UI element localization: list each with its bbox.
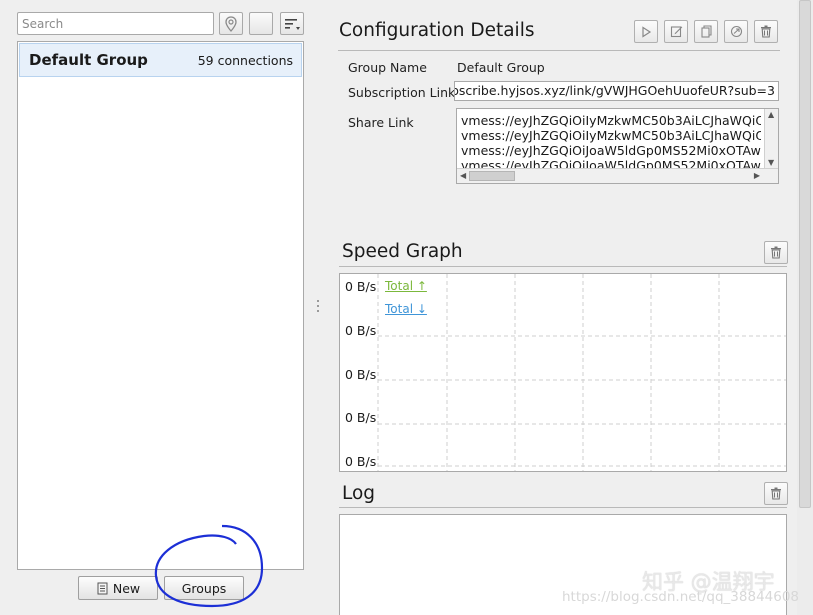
sort-icon [285,18,300,30]
watermark-csdn: https://blog.csdn.net/qq_38844608 [562,589,800,605]
annotation-circle [154,524,264,608]
trash-icon [761,25,771,38]
edit-button[interactable] [664,20,688,43]
y-axis-tick-label: 0 B/s [345,454,377,469]
horizontal-scroll-thumb[interactable] [469,171,515,181]
splitter-handle[interactable] [316,300,320,316]
new-button[interactable]: New [78,576,158,600]
sort-button[interactable] [280,12,304,35]
subscription-link-value: ıbscribe.hyjsos.xyz/link/gVWJHGOehUuofeU… [454,83,775,98]
share-link-textarea[interactable]: vmess://eyJhZGQiOiIyMzkwMC50b3AiLCJhaWQi… [456,108,779,184]
scroll-up-icon[interactable]: ▲ [768,111,774,119]
subscription-link-label: Subscription Link [348,85,456,100]
share-link-label: Share Link [348,115,414,130]
speed-graph: 0 B/s 0 B/s 0 B/s 0 B/s 0 B/s Total ↑ To… [339,273,787,472]
subscription-link-field[interactable]: ıbscribe.hyjsos.xyz/link/gVWJHGOehUuofeU… [454,81,779,101]
log-title: Log [342,483,376,504]
speed-graph-divider [339,266,787,267]
legend-total-upload: Total ↑ [385,279,427,293]
share-link-lines: vmess://eyJhZGQiOiIyMzkwMC50b3AiLCJhaWQi… [461,113,761,169]
scroll-left-icon[interactable]: ◀ [460,172,466,180]
list-item[interactable]: Default Group 59 connections [19,43,302,77]
right-panel-scrollbar[interactable] [797,0,813,615]
trash-icon [771,246,781,259]
right-panel-scroll-thumb[interactable] [799,0,811,508]
share-link-line: vmess://eyJhZGQiOiJoaW5ldGp0MS52Mi0xOTAw… [461,143,761,158]
scroll-right-icon[interactable]: ▶ [754,172,760,180]
edit-icon [670,26,682,38]
new-button-label: New [112,580,141,596]
scroll-down-icon[interactable]: ▼ [768,159,774,167]
search-input[interactable] [17,12,214,35]
clear-speed-button[interactable] [764,241,788,264]
group-name-value: Default Group [457,60,545,75]
group-list[interactable]: Default Group 59 connections [17,41,304,570]
share-icon [730,25,742,38]
play-icon [642,25,652,38]
share-link-horizontal-scrollbar[interactable]: ◀ ▶ [457,168,778,183]
share-link-line: vmess://eyJhZGQiOiIyMzkwMC50b3AiLCJhaWQi… [461,128,761,143]
log-divider [339,507,787,508]
speed-graph-title: Speed Graph [342,241,463,262]
location-button[interactable] [219,12,243,35]
copy-button[interactable] [694,20,718,43]
legend-total-download: Total ↓ [385,302,427,316]
delete-config-button[interactable] [754,20,778,43]
trash-icon [771,487,781,500]
share-link-line: vmess://eyJhZGQiOiIyMzkwMC50b3AiLCJhaWQi… [461,113,761,128]
group-name: Default Group [29,51,148,69]
blank-toolbar-button[interactable] [249,12,273,35]
location-pin-icon [225,15,237,32]
run-button[interactable] [634,20,658,43]
share-button[interactable] [724,20,748,43]
y-axis-tick-label: 0 B/s [345,367,377,382]
y-axis-tick-label: 0 B/s [345,410,377,425]
config-title: Configuration Details [339,20,535,41]
share-link-vertical-scrollbar[interactable]: ▲ ▼ [764,109,778,169]
group-name-label: Group Name [348,60,427,75]
y-axis-tick-label: 0 B/s [345,323,377,338]
y-axis-tick-label: 0 B/s [345,279,377,294]
copy-icon [700,25,712,38]
document-icon [97,582,108,594]
clear-log-button[interactable] [764,482,788,505]
group-connection-count: 59 connections [197,52,293,68]
config-divider [338,50,780,51]
